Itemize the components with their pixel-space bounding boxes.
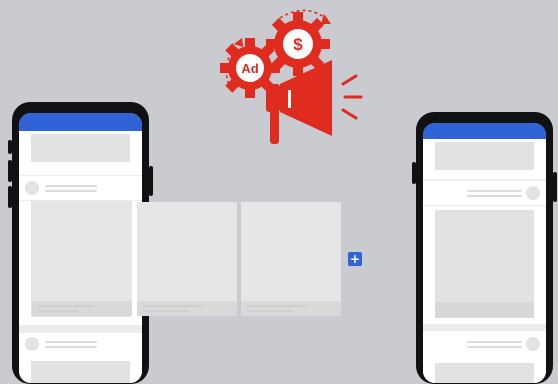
- feed-post: [423, 206, 546, 324]
- avatar: [526, 186, 540, 200]
- carousel-card-3[interactable]: [241, 202, 341, 316]
- feed-post-header: [19, 176, 142, 200]
- avatar: [25, 181, 39, 195]
- app-header-bar: [19, 113, 142, 131]
- carousel-card-1[interactable]: [32, 202, 132, 316]
- phone-right-screen: [423, 123, 546, 383]
- feed-card: [19, 131, 142, 175]
- add-card-button[interactable]: +: [348, 252, 362, 266]
- feed-post-header: [423, 331, 546, 383]
- feed-card: [423, 139, 546, 179]
- feed-post-header: [19, 333, 142, 383]
- cycle-arrow-right-icon: [279, 9, 329, 21]
- avatar: [25, 337, 39, 351]
- dollar-gear-text: $: [293, 35, 303, 54]
- phone-right: [412, 112, 557, 384]
- feed-post-header: [423, 181, 546, 205]
- sound-waves-icon: [341, 74, 363, 120]
- avatar: [526, 337, 540, 351]
- app-header-bar: [423, 123, 546, 139]
- carousel-card-2[interactable]: [137, 202, 237, 316]
- marketing-illustration: Ad $: [220, 9, 363, 144]
- ad-gear-text: Ad: [241, 61, 258, 76]
